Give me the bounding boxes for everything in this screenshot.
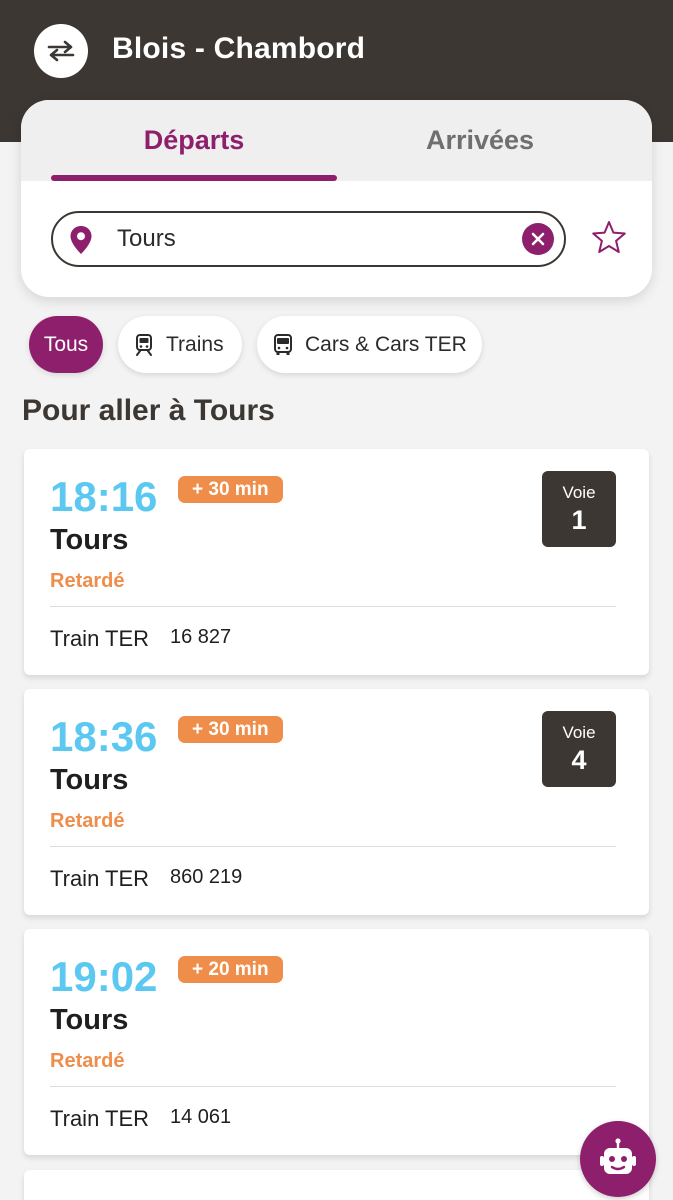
departure-card[interactable]: 18:16 + 30 min Tours Retardé Train TER 1…: [24, 449, 649, 675]
section-title: Pour aller à Tours: [22, 394, 275, 427]
tab-bar: Départs Arrivées: [21, 100, 652, 181]
train-number: 16 827: [170, 626, 232, 648]
filter-chip-all-label: Tous: [43, 332, 89, 356]
destination: Tours: [50, 524, 129, 556]
filter-chip-cars-label: Cars & Cars TER: [305, 332, 467, 356]
platform-badge: Voie 1: [542, 471, 616, 547]
train-number: 14 061: [170, 1106, 232, 1128]
departure-time: 18:36: [50, 713, 158, 760]
tab-departures[interactable]: Départs: [51, 125, 337, 156]
divider: [50, 1086, 616, 1087]
transport-mode: Train TER: [50, 1106, 150, 1131]
delay-badge: + 20 min: [178, 956, 283, 983]
departure-card[interactable]: 19:02 + 20 min Tours Retardé Train TER 1…: [24, 929, 649, 1155]
filter-chip-all[interactable]: Tous: [29, 316, 103, 373]
departure-card-partial[interactable]: [24, 1170, 649, 1200]
platform-label: Voie: [562, 483, 596, 502]
platform-label: Voie: [562, 723, 596, 742]
search-card: Départs Arrivées: [21, 100, 652, 297]
station-title: Blois - Chambord: [112, 32, 366, 65]
departure-time: 18:16: [50, 473, 158, 520]
delay-badge: + 30 min: [178, 716, 283, 743]
clear-x-icon: [531, 232, 545, 246]
active-tab-indicator: [51, 175, 337, 181]
platform-number: 4: [571, 745, 587, 775]
status-text: Retardé: [50, 1050, 125, 1072]
destination-search-field[interactable]: [51, 211, 566, 267]
platform-badge: Voie 4: [542, 711, 616, 787]
swap-direction-button[interactable]: [34, 24, 88, 78]
delay-badge: + 30 min: [178, 476, 283, 503]
location-pin-icon: [70, 226, 92, 254]
bus-icon: [274, 333, 292, 355]
star-outline-icon: [592, 221, 626, 253]
status-text: Retardé: [50, 570, 125, 592]
divider: [50, 846, 616, 847]
destination: Tours: [50, 1004, 129, 1036]
transport-mode: Train TER: [50, 626, 150, 651]
divider: [50, 606, 616, 607]
status-text: Retardé: [50, 810, 125, 832]
filter-chip-cars[interactable]: Cars & Cars TER: [257, 316, 482, 373]
train-icon: [136, 333, 152, 356]
departure-time: 19:02: [50, 953, 158, 1000]
destination: Tours: [50, 764, 129, 796]
robot-icon: [600, 1138, 636, 1174]
tab-arrivals[interactable]: Arrivées: [337, 125, 623, 156]
transport-mode: Train TER: [50, 866, 150, 891]
clear-search-button[interactable]: [522, 223, 554, 255]
swap-arrows-icon: [47, 40, 75, 62]
train-number: 860 219: [170, 866, 243, 888]
assistant-bot-button[interactable]: [580, 1121, 656, 1197]
favorite-button[interactable]: [589, 218, 629, 258]
search-input[interactable]: [117, 223, 497, 255]
filter-chip-trains-label: Trains: [166, 332, 224, 356]
departure-card[interactable]: 18:36 + 30 min Tours Retardé Train TER 8…: [24, 689, 649, 915]
platform-number: 1: [571, 505, 587, 535]
filter-chip-trains[interactable]: Trains: [118, 316, 242, 373]
